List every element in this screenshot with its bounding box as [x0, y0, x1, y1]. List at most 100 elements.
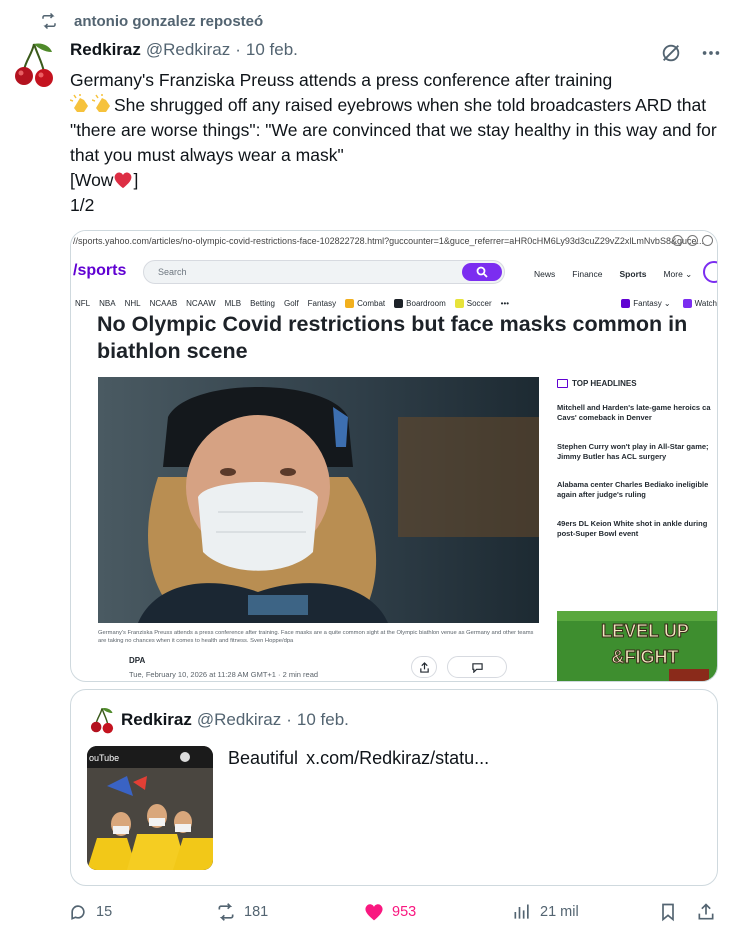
quoted-video-thumbnail[interactable]: ouTube: [87, 746, 213, 870]
article-byline: DPA: [129, 656, 146, 665]
headline-item: Mitchell and Harden's late-game heroics …: [557, 403, 711, 422]
subnav-ncaab: NCAAB: [149, 298, 178, 308]
repost-label[interactable]: antonio gonzalez reposteó: [74, 13, 263, 30]
repost-indicator[interactable]: antonio gonzalez reposteó: [40, 12, 263, 30]
yahoo-nav-sports: Sports: [619, 269, 647, 279]
quoted-separator: ·: [286, 710, 292, 729]
yahoo-search-button: [462, 263, 502, 281]
more-options-icon[interactable]: [700, 42, 722, 64]
tweet-text-line2: She shrugged off any raised eyebrows whe…: [70, 95, 717, 165]
clapping-hands-icon: [92, 94, 110, 112]
comment-icon: [472, 663, 483, 673]
comment-button: [447, 656, 507, 678]
headline-item: Stephen Curry won't play in All-Star gam…: [557, 442, 709, 461]
top-headlines-title: TOP HEADLINES: [557, 379, 637, 388]
yahoo-nav-finance: Finance: [572, 269, 603, 279]
like-button[interactable]: 953: [364, 902, 416, 922]
red-heart-icon: [115, 172, 132, 189]
yahoo-nav-news: News: [534, 269, 556, 279]
headline-item: Alabama center Charles Bediako ineligibl…: [557, 480, 709, 499]
subnav-fantasy-menu: Fantasy ⌄: [621, 298, 671, 308]
quoted-text-body: Beautiful: [228, 748, 299, 768]
subnav-right: Fantasy ⌄ Watch: [621, 298, 717, 308]
bookmark-icon: [662, 903, 674, 922]
top-headlines-label: TOP HEADLINES: [572, 379, 637, 388]
search-icon: [476, 266, 488, 278]
yahoo-sports-logo: /sports: [73, 262, 127, 279]
tweet-date[interactable]: 10 feb.: [246, 40, 298, 60]
subnav-nhl: NHL: [124, 298, 141, 308]
author-name[interactable]: Redkiraz: [70, 40, 141, 60]
repost-count: 181: [244, 904, 269, 920]
yahoo-sports-header: /sports Search News Finance Sports More …: [71, 253, 717, 293]
quoted-date[interactable]: 10 feb.: [297, 710, 349, 730]
subnav-nfl: NFL: [75, 298, 91, 308]
views-button[interactable]: 21 mil: [512, 902, 579, 922]
share-button: [411, 656, 437, 678]
views-count: 21 mil: [540, 904, 579, 920]
yahoo-menu-button: [703, 261, 717, 283]
yahoo-subnav: NFL NBA NHL NCAAB NCAAW MLB Betting Golf…: [71, 293, 717, 313]
subnav-mlb: MLB: [224, 298, 242, 308]
quoted-avatar[interactable]: [89, 706, 115, 734]
grok-icon[interactable]: [660, 42, 682, 64]
subnav-watch: Watch: [682, 298, 717, 308]
subnav-nba: NBA: [99, 298, 116, 308]
quoted-text: Beautiful x.com/Redkiraz/statu...: [228, 748, 489, 769]
subnav-soccer: Soccer: [454, 298, 492, 308]
heart-icon: [365, 904, 383, 921]
tweet-text-line1: Germany's Franziska Preuss attends a pre…: [70, 70, 613, 90]
play-icon: [682, 298, 692, 308]
repost-icon: [42, 12, 56, 30]
reply-count: 15: [96, 904, 113, 920]
trophy-icon: [621, 298, 631, 308]
tweet-text-wow: [Wow: [70, 170, 114, 190]
subnav-fantasy: Fantasy: [307, 298, 337, 308]
share-tweet-button[interactable]: [696, 902, 716, 922]
advertisement: LEVEL UP &FIGHT: [557, 611, 717, 681]
attached-screenshot[interactable]: //sports.yahoo.com/articles/no-olympic-c…: [70, 230, 718, 682]
tweet-text: Germany's Franziska Preuss attends a pre…: [70, 68, 720, 218]
author-handle[interactable]: @Redkiraz: [146, 40, 230, 60]
ad-text-fight: &FIGHT: [612, 647, 679, 667]
tweet-text-count: 1/2: [70, 195, 95, 215]
quoted-author-name[interactable]: Redkiraz: [121, 710, 192, 730]
headline-item: 49ers DL Keion White shot in ankle durin…: [557, 519, 708, 538]
reply-button[interactable]: 15: [68, 902, 112, 922]
separator: ·: [235, 40, 241, 59]
repost-button[interactable]: 181: [216, 902, 268, 922]
headlines-icon: [557, 379, 568, 388]
article-title: No Olympic Covid restrictions but face m…: [97, 312, 688, 363]
article-photo: [98, 377, 539, 623]
quoted-header: Redkiraz @Redkiraz · 10 feb.: [121, 710, 349, 730]
browser-url-icons: [672, 235, 713, 246]
browser-url-bar: //sports.yahoo.com/articles/no-olympic-c…: [71, 231, 717, 251]
yahoo-nav-more: More ⌄: [663, 269, 693, 279]
bookmark-button[interactable]: [658, 902, 678, 922]
subnav-betting: Betting: [250, 298, 275, 308]
photo-caption: Germany's Franziska Preuss attends a pre…: [98, 630, 534, 644]
quoted-tweet[interactable]: Redkiraz @Redkiraz · 10 feb. ouTube Beau…: [70, 689, 718, 886]
subnav-more: •••: [500, 298, 510, 308]
reply-icon: [71, 905, 85, 920]
tweet-action-bar: 15 181 953 21 mil: [68, 902, 720, 928]
tweet-header: Redkiraz @Redkiraz · 10 feb.: [70, 40, 298, 60]
browser-url: //sports.yahoo.com/articles/no-olympic-c…: [73, 236, 704, 246]
clapping-hands-icon: [70, 94, 88, 112]
repost-icon: [218, 903, 234, 921]
article-date: Tue, February 10, 2026 at 11:28 AM GMT+1…: [129, 670, 319, 679]
crown-icon: [345, 298, 355, 308]
quoted-author-handle[interactable]: @Redkiraz: [197, 710, 281, 730]
ad-image: LEVEL UP &FIGHT: [557, 611, 717, 681]
quoted-link[interactable]: x.com/Redkiraz/statu...: [306, 748, 489, 769]
avatar[interactable]: [12, 40, 56, 88]
yahoo-nav: News Finance Sports More ⌄: [534, 269, 692, 280]
soccer-icon: [454, 298, 464, 308]
yahoo-search-field: Search: [143, 260, 505, 284]
views-icon: [514, 904, 529, 919]
thumb-youtube-label: ouTube: [89, 753, 119, 763]
tweet-top-actions: [660, 42, 722, 64]
subnav-ncaaw: NCAAW: [186, 298, 216, 308]
subnav-boardroom: Boardroom: [394, 298, 446, 308]
tweet-text-wow-close: ]: [133, 170, 139, 190]
